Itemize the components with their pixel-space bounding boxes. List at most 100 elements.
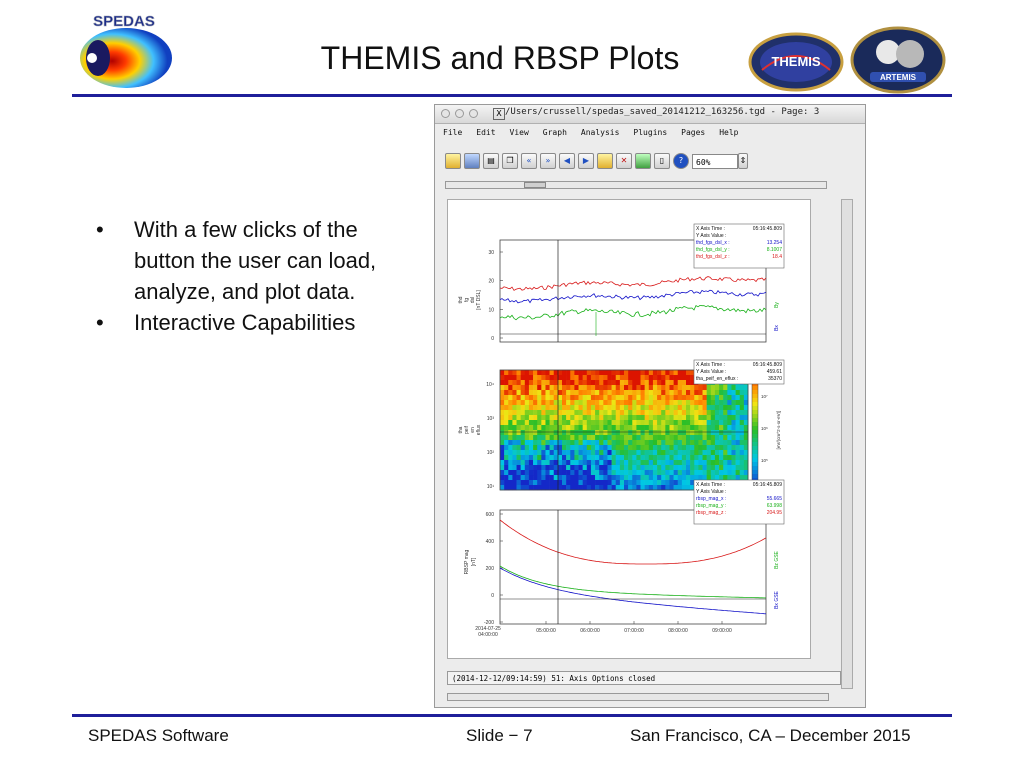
delete-icon[interactable]: ✕ bbox=[616, 153, 632, 169]
spectrogram-cell bbox=[524, 425, 530, 431]
spectrogram-cell bbox=[504, 440, 509, 446]
zoom-window-button[interactable] bbox=[469, 109, 478, 118]
time-slider[interactable] bbox=[445, 181, 827, 189]
spectrogram-cell bbox=[528, 435, 534, 441]
page-icon[interactable]: ▯ bbox=[654, 153, 670, 169]
spectrogram-cell bbox=[636, 440, 641, 446]
spectrogram-cell bbox=[578, 370, 583, 376]
spectrogram-cell bbox=[665, 475, 670, 481]
spectrogram-cell bbox=[657, 435, 662, 441]
spectrogram-cell bbox=[578, 390, 583, 396]
spectrogram-cell bbox=[557, 450, 563, 456]
spectrogram-cell bbox=[632, 450, 637, 456]
spectrogram-cell bbox=[698, 420, 703, 426]
spectrogram-cell bbox=[681, 390, 687, 396]
print-icon[interactable]: ▤ bbox=[483, 153, 499, 169]
spectrogram-cell bbox=[553, 470, 559, 476]
spectrogram-cell bbox=[500, 380, 505, 386]
spectrogram-cell bbox=[673, 435, 679, 441]
spectrogram-cell bbox=[566, 455, 571, 461]
spectrogram-cell bbox=[644, 455, 650, 461]
pan-right-icon[interactable]: » bbox=[540, 153, 556, 169]
minimize-window-button[interactable] bbox=[455, 109, 464, 118]
spectrogram-cell bbox=[714, 410, 720, 416]
menu-view[interactable]: View bbox=[510, 128, 529, 137]
spectrogram-cell bbox=[599, 480, 604, 486]
pan-left-icon[interactable]: « bbox=[521, 153, 537, 169]
menu-analysis[interactable]: Analysis bbox=[581, 128, 620, 137]
spectrogram-cell bbox=[524, 395, 530, 401]
spectrogram-cell bbox=[673, 420, 679, 426]
spectrogram-cell bbox=[694, 435, 699, 441]
time-slider-thumb[interactable] bbox=[524, 182, 546, 188]
spectrogram-cell bbox=[640, 435, 645, 441]
spectrogram-cell bbox=[677, 395, 683, 401]
save-icon[interactable] bbox=[464, 153, 480, 169]
spectrogram-cell bbox=[665, 450, 670, 456]
spectrogram-cell bbox=[570, 375, 575, 381]
forward-icon[interactable]: ▶ bbox=[578, 153, 594, 169]
spectrogram-cell bbox=[714, 450, 720, 456]
back-icon[interactable]: ◀ bbox=[559, 153, 575, 169]
spectrogram-cell bbox=[644, 430, 650, 436]
spectrogram-cell bbox=[574, 405, 579, 411]
spectrogram-cell bbox=[615, 455, 621, 461]
copy-icon[interactable]: ❐ bbox=[502, 153, 518, 169]
spectrogram-cell bbox=[706, 395, 712, 401]
spectrogram-cell bbox=[537, 400, 542, 406]
spectrogram-cell bbox=[512, 430, 517, 436]
spectrogram-cell bbox=[574, 385, 579, 391]
spectrogram-cell bbox=[686, 480, 691, 486]
spectrogram-cell bbox=[624, 445, 629, 451]
zoom-field[interactable]: 60% bbox=[692, 153, 738, 169]
spectrogram-cell bbox=[661, 435, 666, 441]
spectrogram-cell bbox=[681, 475, 687, 481]
spectrogram-cell bbox=[719, 430, 724, 436]
spectrogram-cell bbox=[582, 420, 588, 426]
spectrogram-cell bbox=[719, 460, 724, 466]
spectrogram-cell bbox=[528, 375, 534, 381]
spectrogram-cell bbox=[566, 400, 571, 406]
menu-plugins[interactable]: Plugins bbox=[633, 128, 667, 137]
colorbar-cell bbox=[752, 466, 758, 471]
spectrogram-cell bbox=[619, 375, 625, 381]
spectrogram-cell bbox=[541, 470, 546, 476]
close-window-button[interactable] bbox=[441, 109, 450, 118]
layout-icon[interactable] bbox=[635, 153, 651, 169]
spectrogram-cell bbox=[665, 375, 670, 381]
vertical-scrollbar[interactable] bbox=[841, 199, 853, 689]
spectrogram-cell bbox=[516, 395, 521, 401]
menu-help[interactable]: Help bbox=[719, 128, 738, 137]
spectrogram-cell bbox=[648, 430, 654, 436]
spectrogram-cell bbox=[710, 420, 716, 426]
menu-edit[interactable]: Edit bbox=[476, 128, 495, 137]
plot-canvas[interactable]: 3020100thdfgdsl[nT DSL]BzByBxX Axis Time… bbox=[447, 199, 811, 659]
data-icon[interactable] bbox=[597, 153, 613, 169]
menu-pages[interactable]: Pages bbox=[681, 128, 705, 137]
menu-graph[interactable]: Graph bbox=[543, 128, 567, 137]
spectrogram-cell bbox=[504, 455, 509, 461]
spectrogram-cell bbox=[553, 390, 559, 396]
spectrogram-cell bbox=[698, 425, 703, 431]
spectrogram-cell bbox=[520, 465, 526, 471]
colorbar-tick-label: 10⁷ bbox=[761, 394, 768, 399]
spectrogram-cell bbox=[590, 445, 596, 451]
panel2-ytick-label: 10³ bbox=[487, 416, 495, 422]
spectrogram-cell bbox=[690, 450, 695, 456]
spectrogram-cell bbox=[665, 425, 670, 431]
panel1-ylabel-line: [nT DSL] bbox=[476, 290, 482, 310]
menu-file[interactable]: File bbox=[443, 128, 462, 137]
spectrogram-cell bbox=[727, 455, 732, 461]
help-icon[interactable]: ? bbox=[673, 153, 689, 169]
spectrogram-cell bbox=[665, 430, 670, 436]
spectrogram-cell bbox=[611, 380, 617, 386]
zoom-stepper-icon[interactable]: ⇕ bbox=[738, 153, 748, 169]
spectrogram-cell bbox=[574, 375, 579, 381]
spectrogram-cell bbox=[553, 465, 559, 471]
open-icon[interactable] bbox=[445, 153, 461, 169]
spectrogram-cell bbox=[603, 470, 608, 476]
horizontal-scrollbar[interactable] bbox=[447, 693, 829, 701]
spectrogram-cell bbox=[500, 450, 505, 456]
spectrogram-cell bbox=[574, 425, 579, 431]
colorbar-cell bbox=[752, 438, 758, 443]
